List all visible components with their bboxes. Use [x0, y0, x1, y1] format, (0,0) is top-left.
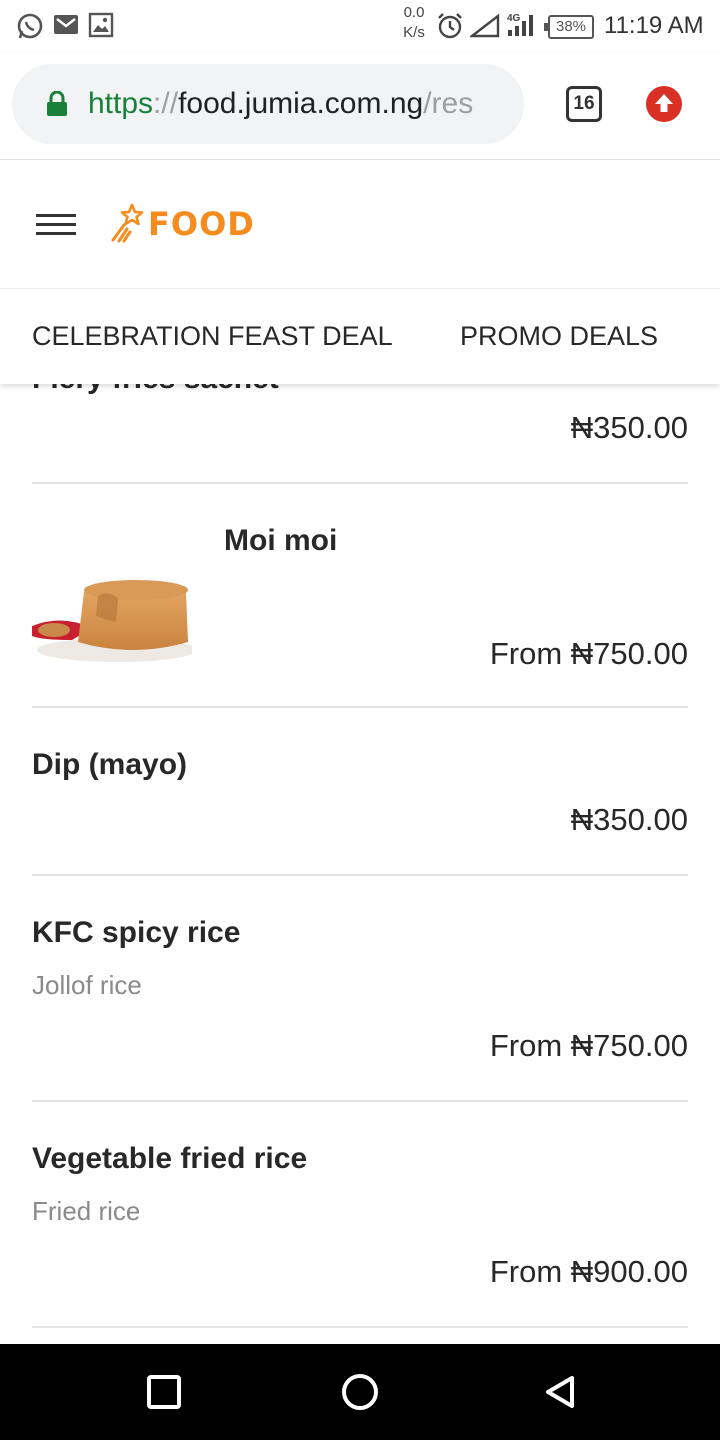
- signal-icon: [468, 13, 500, 43]
- logo-text: FOOD: [148, 205, 255, 243]
- home-button[interactable]: [340, 1372, 380, 1417]
- gmail-icon: [52, 12, 80, 43]
- alarm-icon: [436, 12, 464, 45]
- gallery-icon: [88, 12, 114, 43]
- item-price: ₦350.00: [570, 410, 688, 445]
- url-text: https://food.jumia.com.ng/res: [88, 87, 474, 120]
- tab-celebration-feast-deal[interactable]: CELEBRATION FEAST DEAL: [32, 321, 393, 352]
- item-name: KFC spicy rice: [32, 916, 241, 949]
- logo-star-icon: [111, 203, 144, 243]
- update-button[interactable]: [646, 86, 682, 122]
- category-tabs: CELEBRATION FEAST DEAL PROMO DEALS: [0, 288, 720, 384]
- svg-text:4G: 4G: [507, 13, 521, 24]
- arrow-up-icon: [655, 94, 673, 112]
- item-price: ₦350.00: [570, 802, 688, 837]
- item-image: [32, 570, 192, 662]
- list-item[interactable]: Moi moi From ₦750.00: [32, 484, 688, 708]
- address-bar[interactable]: https://food.jumia.com.ng/res: [12, 64, 524, 144]
- item-price: From ₦750.00: [489, 636, 688, 671]
- site-header: FOOD: [0, 160, 720, 288]
- net-speed: 0.0 K/s: [403, 4, 425, 41]
- lock-icon: [46, 90, 68, 122]
- list-item[interactable]: KFC spicy rice Jollof rice From ₦750.00: [32, 876, 688, 1102]
- triangle-back-icon: [546, 1376, 574, 1408]
- back-button[interactable]: [542, 1374, 578, 1415]
- item-name: Fiery fries sachet: [32, 384, 279, 396]
- tab-switcher-button[interactable]: 16: [566, 86, 602, 122]
- logo[interactable]: FOOD: [110, 202, 255, 246]
- item-name: Dip (mayo): [32, 748, 188, 781]
- status-bar: 0.0 K/s 4G 38% 11:19 AM: [0, 0, 720, 52]
- item-description: Jollof rice: [32, 970, 142, 1000]
- item-name: Vegetable fried rice: [32, 1142, 308, 1175]
- tab-promo-deals[interactable]: PROMO DEALS: [460, 321, 658, 352]
- browser-toolbar: https://food.jumia.com.ng/res 16: [0, 52, 720, 160]
- square-icon: [147, 1375, 181, 1409]
- list-item[interactable]: Vegetable fried rice Fried rice From ₦90…: [32, 1102, 688, 1328]
- circle-icon: [342, 1374, 378, 1410]
- item-name: Moi moi: [224, 524, 338, 557]
- recents-button[interactable]: [146, 1374, 182, 1415]
- list-item[interactable]: Fiery fries sachet ₦350.00: [32, 384, 688, 484]
- system-nav-bar: [0, 1344, 720, 1440]
- clock: 11:19 AM: [604, 12, 704, 39]
- whatsapp-icon: [16, 12, 44, 45]
- battery-indicator: 38%: [543, 15, 595, 39]
- menu-list: Fiery fries sachet ₦350.00 Moi moi From …: [0, 384, 720, 1344]
- menu-icon[interactable]: [36, 214, 76, 236]
- list-item[interactable]: Dip (mayo) ₦350.00: [32, 708, 688, 876]
- item-description: Fried rice: [32, 1196, 141, 1226]
- mobile-data-signal-icon: 4G: [506, 12, 538, 45]
- item-price: From ₦750.00: [489, 1028, 688, 1063]
- item-price: From ₦900.00: [489, 1254, 688, 1289]
